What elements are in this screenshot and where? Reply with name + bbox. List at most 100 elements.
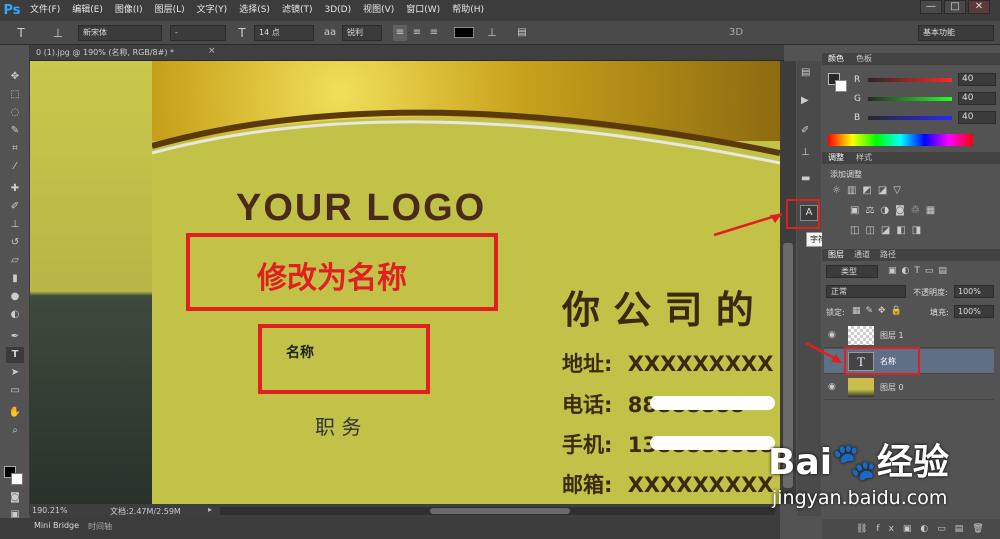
horizontal-scroll-thumb[interactable]	[430, 508, 570, 514]
menu-view[interactable]: 视图(V)	[357, 0, 400, 21]
layers-footer-icons[interactable]: ⛓fx▣◐▭▤🗑	[822, 519, 1000, 539]
visibility-eye-icon[interactable]: ◉	[828, 382, 836, 392]
pen-tool-icon[interactable]: ✒	[6, 329, 24, 345]
minimize-button[interactable]: —	[920, 0, 942, 14]
color-slider-g[interactable]: G 40	[852, 92, 1000, 106]
menu-help[interactable]: 帮助(H)	[446, 0, 490, 21]
crop-tool-icon[interactable]: ⌗	[6, 141, 24, 157]
font-size-select[interactable]: 14 点	[254, 25, 314, 41]
menu-edit[interactable]: 编辑(E)	[66, 0, 109, 21]
channel-r-value[interactable]: 40	[958, 73, 996, 86]
fill-input[interactable]: 100%	[954, 305, 994, 318]
color-spectrum-bar[interactable]	[828, 134, 973, 146]
adjustment-icons-row-1[interactable]: ☼▥◩◪▽	[832, 185, 907, 196]
marquee-tool-icon[interactable]: ⬚	[6, 87, 24, 103]
character-panel-toggle-icon[interactable]: ▤	[514, 25, 530, 41]
align-right-icon[interactable]: ≡	[427, 25, 441, 41]
clone-stamp-icon[interactable]: ⊥	[6, 217, 24, 233]
align-center-icon[interactable]: ≡	[410, 25, 424, 41]
dodge-tool-icon[interactable]: ◐	[6, 307, 24, 323]
background-color-swatch[interactable]	[11, 473, 23, 485]
blur-tool-icon[interactable]: ●	[6, 289, 24, 305]
lasso-tool-icon[interactable]: ◌	[6, 105, 24, 121]
clone-source-icon[interactable]: ▬	[801, 173, 810, 184]
close-button[interactable]: ✕	[968, 0, 990, 14]
layer-filter-icons[interactable]: ▣◐T▭▤	[888, 266, 952, 276]
menu-file[interactable]: 文件(F)	[24, 0, 66, 21]
opacity-input[interactable]: 100%	[954, 285, 994, 298]
move-tool-icon[interactable]: ✥	[6, 69, 24, 85]
menu-select[interactable]: 选择(S)	[233, 0, 276, 21]
type-tool-preset[interactable]: T	[6, 25, 36, 41]
healing-brush-icon[interactable]: ✚	[6, 181, 24, 197]
brush-panel-icon[interactable]: ✐	[801, 125, 809, 136]
type-tool-icon[interactable]: T	[6, 347, 24, 363]
document-tab-title: 0 (1).jpg @ 190% (名称, RGB/8#) *	[36, 48, 174, 57]
text-color-swatch[interactable]	[454, 27, 474, 38]
adjustment-icons-row-2[interactable]: ▣⚖◑◙♲▦	[850, 205, 941, 216]
document-tab[interactable]: 0 (1).jpg @ 190% (名称, RGB/8#) * ×	[30, 45, 784, 61]
color-panel-background[interactable]	[835, 80, 847, 92]
tab-styles[interactable]: 样式	[856, 152, 872, 164]
rectangle-tool-icon[interactable]: ▭	[6, 383, 24, 399]
menu-type[interactable]: 文字(Y)	[191, 0, 234, 21]
layer-filter-select[interactable]: 类型	[826, 265, 878, 278]
tab-swatches[interactable]: 色板	[856, 53, 872, 65]
document-close-icon[interactable]: ×	[208, 46, 216, 56]
tab-color[interactable]: 颜色	[828, 53, 844, 65]
brush-tool-icon[interactable]: ✐	[6, 199, 24, 215]
bottom-panel-bar: Mini Bridge 时间轴	[0, 518, 780, 539]
history-panel-icon[interactable]: ▤	[801, 67, 810, 78]
zoom-level[interactable]: 190.21%	[32, 506, 68, 515]
document-canvas[interactable]: YOUR LOGO 修改为名称 名称 职 务 你 公 司 的 地址: XXXXX…	[30, 61, 780, 504]
layer-row[interactable]: ◉ 图层 1	[824, 323, 994, 348]
color-slider-r[interactable]: R 40	[852, 73, 1000, 87]
antialias-select[interactable]: 锐利	[342, 25, 382, 41]
maximize-button[interactable]: □	[944, 0, 966, 14]
tab-channels[interactable]: 通道	[854, 249, 870, 261]
layer-row[interactable]: ◉ 图层 0	[824, 375, 994, 400]
tab-timeline[interactable]: 时间轴	[88, 521, 112, 532]
menu-image[interactable]: 图像(I)	[109, 0, 149, 21]
eyedropper-tool-icon[interactable]: ⁄	[6, 159, 24, 175]
align-left-icon[interactable]: ≡	[393, 25, 407, 41]
channel-b-value[interactable]: 40	[958, 111, 996, 124]
watermark-brand-text: Bai	[768, 442, 833, 483]
status-bar: 190.21% 文档:2.47M/2.59M ▸	[30, 504, 780, 518]
tab-adjustments[interactable]: 调整	[828, 152, 844, 164]
font-family-select[interactable]: 新宋体	[78, 25, 162, 41]
toggle-orientation-icon[interactable]: ⊥	[48, 25, 68, 41]
adjust-panel-title: 添加调整	[830, 170, 862, 179]
path-select-icon[interactable]: ➤	[6, 365, 24, 381]
card-left-pasteboard	[30, 61, 152, 504]
font-style-select[interactable]: -	[170, 25, 226, 41]
quick-mask-icon[interactable]: ◙	[6, 490, 24, 506]
tool-presets-icon[interactable]: ⊥	[801, 147, 810, 158]
adjustment-icons-row-3[interactable]: ◫◫◪◧◨	[850, 225, 927, 236]
actions-panel-icon[interactable]: ▶	[801, 95, 809, 106]
visibility-eye-icon[interactable]: ◉	[828, 330, 836, 340]
horizontal-scrollbar[interactable]	[220, 507, 775, 515]
tab-paths[interactable]: 路径	[880, 249, 896, 261]
hand-tool-icon[interactable]: ✋	[6, 405, 24, 421]
workspace-select[interactable]: 基本功能	[918, 25, 994, 41]
menu-filter[interactable]: 滤镜(T)	[276, 0, 319, 21]
tab-mini-bridge[interactable]: Mini Bridge	[34, 521, 79, 530]
tab-layers[interactable]: 图层	[828, 249, 844, 261]
menu-layer[interactable]: 图层(L)	[149, 0, 191, 21]
history-brush-icon[interactable]: ↺	[6, 235, 24, 251]
blend-mode-select[interactable]: 正常	[826, 285, 906, 298]
annotation-box-text-layer	[844, 347, 920, 375]
status-menu-arrow-icon[interactable]: ▸	[208, 505, 212, 514]
watermark-brand: Bai🐾经验	[768, 433, 949, 485]
warp-text-icon[interactable]: ⊥	[484, 25, 500, 41]
eraser-tool-icon[interactable]: ▱	[6, 253, 24, 269]
channel-g-value[interactable]: 40	[958, 92, 996, 105]
menu-3d[interactable]: 3D(D)	[318, 0, 357, 21]
zoom-tool-icon[interactable]: ⌕	[6, 423, 24, 439]
color-slider-b[interactable]: B 40	[852, 111, 1000, 125]
menu-window[interactable]: 窗口(W)	[400, 0, 446, 21]
gradient-tool-icon[interactable]: ▮	[6, 271, 24, 287]
quick-select-tool-icon[interactable]: ✎	[6, 123, 24, 139]
lock-icons[interactable]: ▦✎✥🔒	[852, 306, 907, 316]
